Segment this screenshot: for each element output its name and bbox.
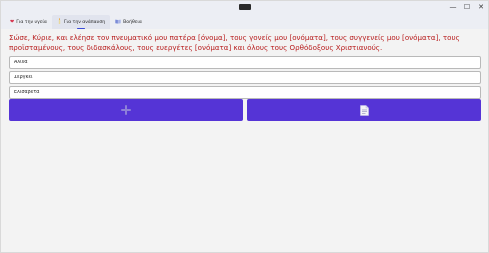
maximize-button[interactable]: ☐: [460, 1, 474, 13]
minimize-button[interactable]: —: [446, 1, 460, 13]
tab-repose-label: Για την ανάπαυση: [63, 19, 106, 25]
close-button[interactable]: ✕: [474, 1, 488, 13]
create-document-button[interactable]: [247, 99, 481, 121]
window-controls: — ☐ ✕: [446, 1, 488, 13]
plus-icon: [121, 105, 131, 115]
tab-health-label: Για την υγεία: [16, 19, 47, 25]
name-field-2[interactable]: [9, 71, 481, 84]
document-icon: [359, 104, 369, 116]
add-name-button[interactable]: [9, 99, 243, 121]
tab-help-label: Βοήθεια: [123, 19, 142, 25]
tab-help[interactable]: Βοήθεια: [110, 15, 147, 29]
tab-health[interactable]: ❤ Για την υγεία: [5, 15, 52, 29]
main-content: Σώσε, Κύριε, και ελέησε τον πνευματικό μ…: [1, 29, 488, 252]
prayer-text: Σώσε, Κύριε, και ελέησε τον πνευματικό μ…: [9, 33, 460, 52]
app-window: — ☐ ✕ ❤ Για την υγεία Για την ανάπαυση Β…: [0, 0, 489, 253]
name-field-1[interactable]: [9, 56, 481, 69]
heart-icon: ❤: [10, 18, 15, 25]
name-field-3[interactable]: [9, 86, 481, 99]
candle-icon: [57, 18, 62, 26]
book-icon: [115, 19, 121, 26]
tab-repose[interactable]: Για την ανάπαυση: [51, 15, 111, 29]
window-title-icon: [239, 4, 251, 10]
tab-bar: ❤ Για την υγεία Για την ανάπαυση Βοήθεια: [1, 13, 488, 29]
title-bar[interactable]: — ☐ ✕: [1, 1, 488, 13]
